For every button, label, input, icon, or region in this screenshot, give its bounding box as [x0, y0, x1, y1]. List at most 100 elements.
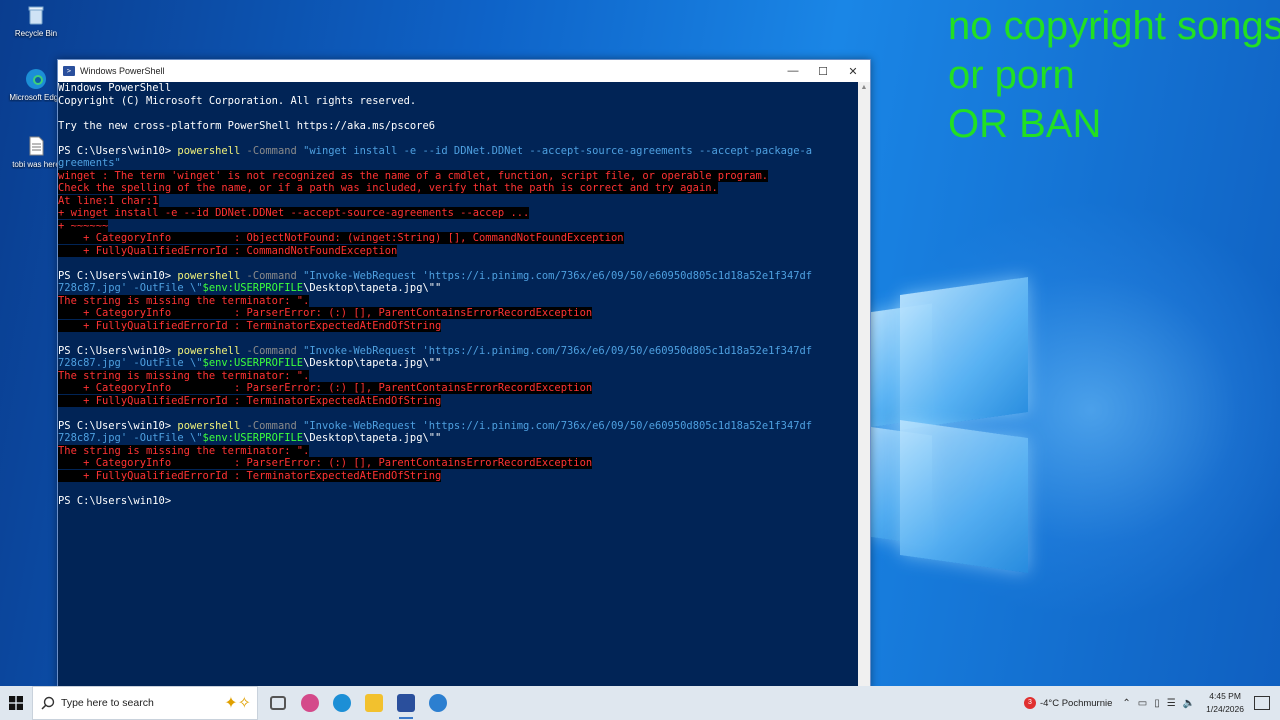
taskbar-app-button[interactable] [358, 686, 390, 720]
console-text: "Invoke-WebRequest 'https://i.pinimg.com… [303, 269, 813, 282]
console-text: \Desktop\tapeta.jpg\"" [303, 432, 442, 444]
taskbar-clock[interactable]: 4:45 PM 1/24/2026 [1206, 690, 1244, 716]
console-line: 728c87.jpg' -OutFile \"$env:USERPROFILE\… [58, 282, 857, 295]
taskbar-app-button[interactable] [390, 686, 422, 720]
console-text: powershell [177, 344, 241, 357]
chevron-up-icon[interactable]: ⌃ [1122, 698, 1130, 709]
console-line: greements" [58, 157, 857, 170]
taskbar-app-button[interactable] [422, 686, 454, 720]
console-output[interactable]: Windows PowerShell Copyright (C) Microsof… [58, 82, 857, 687]
console-text: + FullyQualifiedErrorId : CommandNotFoun… [58, 244, 398, 257]
console-text: -Command [240, 269, 304, 282]
taskbar-app-button[interactable] [294, 686, 326, 720]
copilot-icon [301, 694, 319, 712]
weather-widget[interactable]: 3 -4°C Pochmurnie [1023, 697, 1113, 709]
console-line: Windows PowerShell [58, 82, 857, 95]
console-text: powershell [177, 419, 241, 432]
console-line: + FullyQualifiedErrorId : TerminatorExpe… [58, 469, 857, 483]
network-icon[interactable]: ▭ [1138, 698, 1147, 709]
scroll-up-icon[interactable]: ▲ [858, 82, 870, 94]
console-text: PS C:\Users\win10> [58, 344, 178, 357]
window-titlebar[interactable]: > Windows PowerShell — ☐ ✕ [58, 60, 870, 82]
console-line: PS C:\Users\win10> [58, 495, 857, 508]
recycle-bin-icon [28, 6, 44, 25]
console-line: Copyright (C) Microsoft Corporation. All… [58, 95, 857, 108]
weather-alert-icon: 3 [1023, 697, 1036, 709]
overlay-line: no copyright songs [948, 4, 1280, 48]
console-text: The string is missing the terminator: ". [58, 369, 310, 382]
console-text: + FullyQualifiedErrorId : TerminatorExpe… [58, 394, 442, 407]
console-text: 728c87.jpg' -OutFile \" [58, 282, 203, 294]
overlay-line: or porn [948, 53, 1075, 97]
console-line: 728c87.jpg' -OutFile \"$env:USERPROFILE\… [58, 432, 857, 445]
console-line: The string is missing the terminator: ". [58, 444, 857, 458]
console-line: PS C:\Users\win10> powershell -Command "… [58, 145, 857, 158]
notifications-icon[interactable] [1254, 696, 1270, 710]
windows-logo-wallpaper [868, 277, 1028, 573]
console-text: PS C:\Users\win10> [58, 419, 178, 432]
console-text: \Desktop\tapeta.jpg\"" [303, 282, 442, 294]
file-explorer-icon [365, 694, 383, 712]
console-text: $env:USERPROFILE [202, 357, 304, 369]
vertical-scrollbar[interactable]: ▲ [858, 82, 870, 687]
console-line: 728c87.jpg' -OutFile \"$env:USERPROFILE\… [58, 357, 857, 370]
console-line: + FullyQualifiedErrorId : TerminatorExpe… [58, 394, 857, 408]
console-line: + CategoryInfo : ParserError: (:) [], Pa… [58, 457, 857, 470]
desktop-icon-label: Recycle Bin [14, 29, 58, 38]
console-text: + CategoryInfo : ParserError: (:) [], Pa… [58, 307, 593, 319]
console-text: Try the new cross-platform PowerShell ht… [58, 119, 436, 132]
minimize-button[interactable]: — [778, 60, 808, 82]
powershell-icon: > [63, 66, 75, 76]
console-line: At line:1 char:1 [58, 194, 857, 208]
volume-icon[interactable]: 🔈 [1183, 698, 1195, 709]
console-line: + winget install -e --id DDNet.DDNet --a… [58, 207, 857, 220]
search-highlight-icon: ✦✧ [224, 695, 251, 712]
console-text: winget : The term 'winget' is not recogn… [58, 169, 769, 182]
console-text: The string is missing the terminator: ". [58, 444, 310, 457]
console-text: Check the spelling of the name, or if a … [58, 182, 718, 194]
network-globe-icon [429, 694, 447, 712]
search-icon [41, 696, 55, 710]
weather-text: -4°C Pochmurnie [1039, 697, 1113, 709]
console-text: + FullyQualifiedErrorId : TerminatorExpe… [58, 469, 442, 482]
close-button[interactable]: ✕ [838, 60, 868, 82]
taskbar-search-box[interactable]: Type here to search ✦✧ [32, 686, 258, 720]
task-view-icon [270, 696, 286, 710]
system-tray: 3 -4°C Pochmurnie ⌃ ▭ ▯ ☰ 🔈 4:45 PM 1/24… [1023, 686, 1280, 720]
clock-time: 4:45 PM [1209, 691, 1241, 701]
search-placeholder: Type here to search [61, 697, 154, 709]
console-text: + winget install -e --id DDNet.DDNet --a… [58, 207, 530, 219]
console-text: At line:1 char:1 [58, 194, 159, 207]
console-text: + ~~~~~~ [58, 219, 109, 232]
powershell-window[interactable]: > Windows PowerShell — ☐ ✕ Windows Power… [57, 59, 871, 689]
wifi-icon[interactable]: ☰ [1167, 698, 1176, 709]
console-text: \Desktop\tapeta.jpg\"" [303, 357, 442, 369]
console-line: Try the new cross-platform PowerShell ht… [58, 120, 857, 133]
maximize-button[interactable]: ☐ [808, 60, 838, 82]
console-line: PS C:\Users\win10> powershell -Command "… [58, 345, 857, 358]
console-line: The string is missing the terminator: ". [58, 294, 857, 308]
edge-browser-icon [26, 69, 46, 89]
console-line: Check the spelling of the name, or if a … [58, 182, 857, 195]
taskbar-app-button[interactable] [326, 686, 358, 720]
edge-icon [333, 694, 351, 712]
start-button[interactable] [0, 686, 32, 720]
window-title: Windows PowerShell [80, 66, 165, 76]
console-text: + FullyQualifiedErrorId : TerminatorExpe… [58, 319, 442, 332]
desktop-icon-recycle-bin[interactable]: Recycle Bin [6, 4, 66, 38]
console-text: + CategoryInfo : ParserError: (:) [], Pa… [58, 457, 593, 469]
console-line: PS C:\Users\win10> powershell -Command "… [58, 420, 857, 433]
console-line: + FullyQualifiedErrorId : CommandNotFoun… [58, 244, 857, 258]
console-text: Windows PowerShell [58, 82, 172, 94]
battery-icon[interactable]: ▯ [1154, 698, 1160, 709]
taskbar-app-button[interactable] [262, 686, 294, 720]
console-text: powershell [177, 144, 241, 157]
console-text: $env:USERPROFILE [202, 282, 304, 294]
console-line: + FullyQualifiedErrorId : TerminatorExpe… [58, 319, 857, 333]
